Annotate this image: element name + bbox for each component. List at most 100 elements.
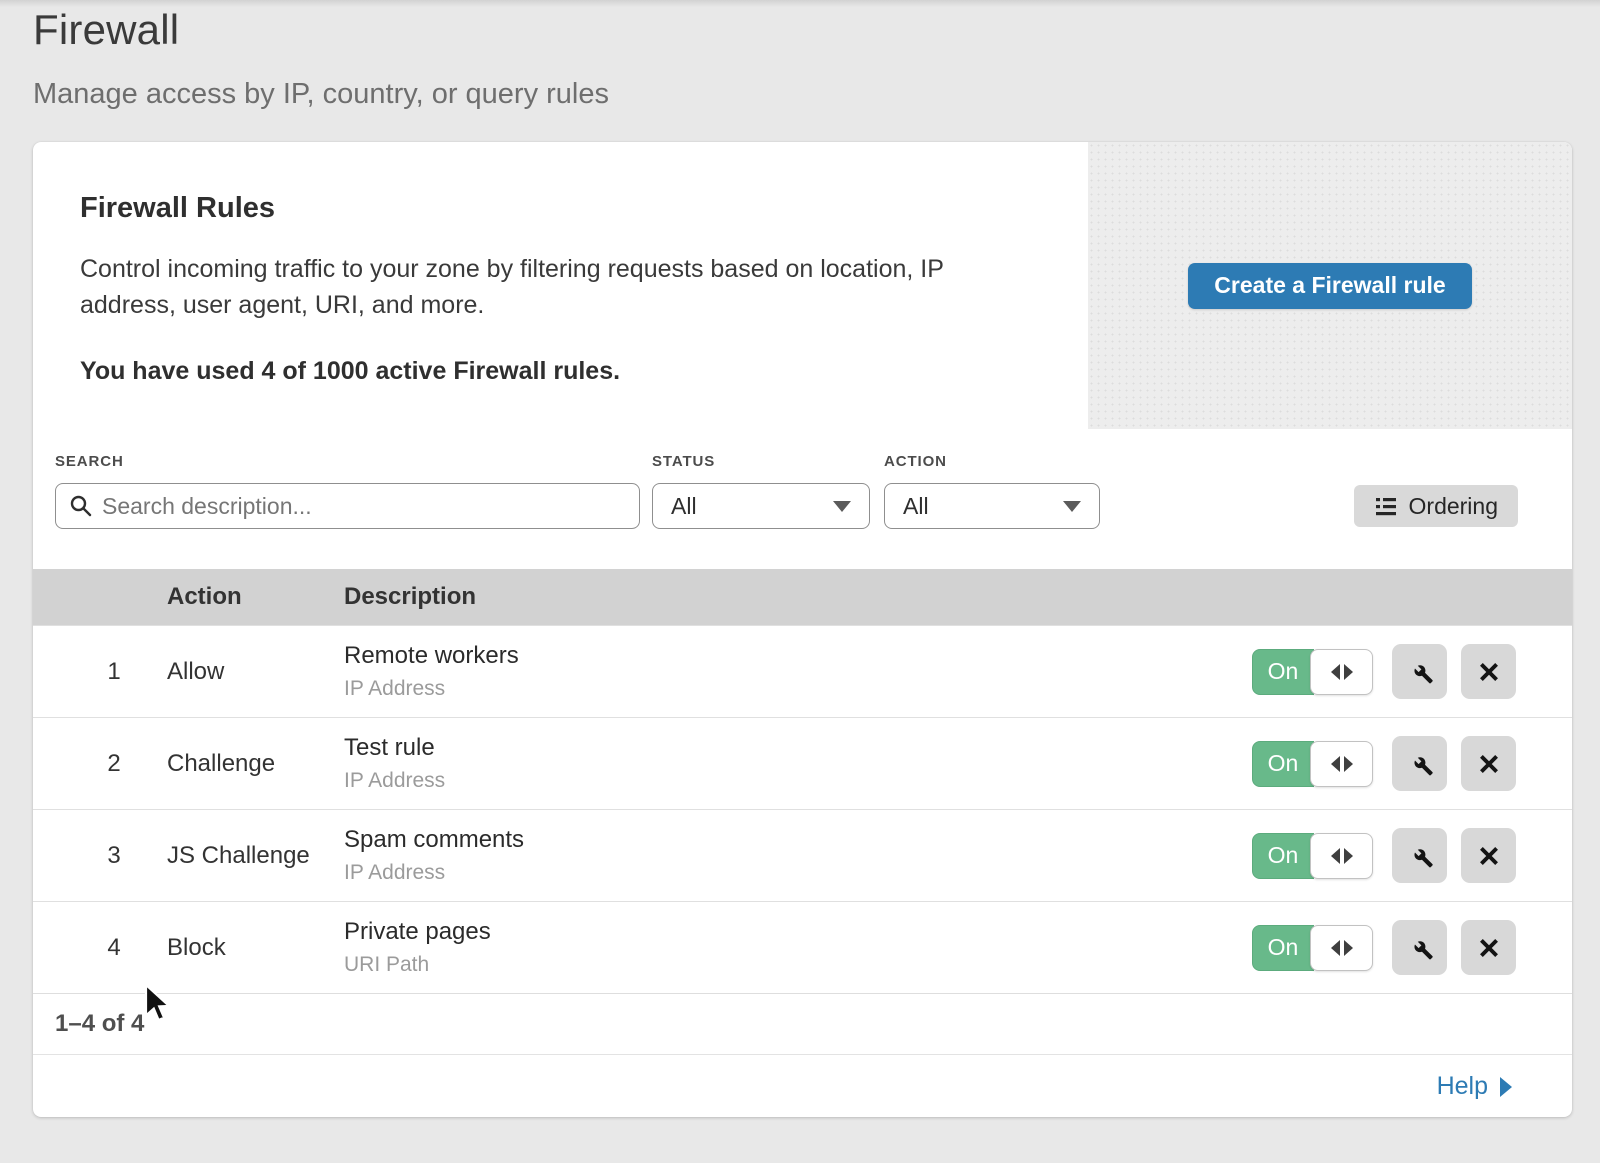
arrow-left-icon (1331, 940, 1340, 956)
search-icon (69, 494, 93, 518)
page-title: Firewall (33, 6, 1600, 54)
edit-rule-button[interactable] (1392, 644, 1447, 699)
rule-match-type: IP Address (344, 677, 1252, 701)
description-column-header: Description (344, 583, 1252, 611)
delete-rule-button[interactable] (1461, 828, 1516, 883)
chevron-down-icon (1063, 501, 1081, 512)
arrow-left-icon (1331, 756, 1340, 772)
wrench-icon (1406, 934, 1434, 962)
pagination-bar: 1–4 of 4 (33, 993, 1572, 1054)
close-icon (1476, 659, 1502, 685)
rule-action: Block (167, 934, 344, 962)
rules-description: Control incoming traffic to your zone by… (80, 251, 1025, 323)
rule-match-type: IP Address (344, 769, 1252, 793)
help-link-label: Help (1437, 1072, 1488, 1101)
toggle-handle[interactable] (1310, 649, 1373, 695)
search-filter-group: SEARCH (55, 453, 640, 529)
rule-description: Spam comments (344, 826, 1252, 854)
action-select-value: All (903, 493, 929, 520)
arrow-right-icon (1344, 848, 1353, 864)
rule-match-type: IP Address (344, 861, 1252, 885)
ordering-button-label: Ordering (1409, 493, 1498, 520)
toggle-handle[interactable] (1310, 833, 1373, 879)
rule-priority: 4 (33, 934, 167, 962)
delete-rule-button[interactable] (1461, 644, 1516, 699)
help-bar: Help (33, 1054, 1572, 1117)
search-label: SEARCH (55, 453, 640, 470)
rule-controls: On (1252, 920, 1572, 975)
rule-priority: 1 (33, 658, 167, 686)
rule-controls: On (1252, 736, 1572, 791)
edit-rule-button[interactable] (1392, 920, 1447, 975)
search-input[interactable] (55, 483, 640, 529)
rule-description: Remote workers (344, 642, 1252, 670)
close-icon (1476, 843, 1502, 869)
table-row: 3 JS Challenge Spam comments IP Address … (33, 809, 1572, 901)
wrench-icon (1406, 842, 1434, 870)
help-link[interactable]: Help (1437, 1072, 1512, 1101)
wrench-icon (1406, 658, 1434, 686)
close-icon (1476, 935, 1502, 961)
rule-priority: 3 (33, 842, 167, 870)
status-select[interactable]: All (652, 483, 870, 529)
rule-priority: 2 (33, 750, 167, 778)
status-filter-group: STATUS All (652, 453, 870, 529)
delete-rule-button[interactable] (1461, 736, 1516, 791)
action-filter-group: ACTION All (884, 453, 1100, 529)
ordered-list-icon (1374, 494, 1398, 518)
rule-enabled-toggle[interactable]: On (1252, 649, 1377, 695)
create-rule-panel: Create a Firewall rule (1088, 142, 1572, 429)
rule-match-type: URI Path (344, 953, 1252, 977)
rules-heading: Firewall Rules (80, 192, 1040, 225)
rule-controls: On (1252, 644, 1572, 699)
rules-intro-text: Firewall Rules Control incoming traffic … (33, 142, 1088, 429)
arrow-right-icon (1344, 756, 1353, 772)
table-row: 4 Block Private pages URI Path On (33, 901, 1572, 993)
firewall-rules-card: Firewall Rules Control incoming traffic … (33, 142, 1572, 1117)
rules-usage-note: You have used 4 of 1000 active Firewall … (80, 357, 1040, 386)
page-subtitle: Manage access by IP, country, or query r… (33, 78, 1600, 111)
rule-enabled-toggle[interactable]: On (1252, 741, 1377, 787)
table-header: Action Description (33, 569, 1572, 625)
toggle-on-label: On (1252, 833, 1314, 879)
caret-right-icon (1500, 1077, 1512, 1097)
arrow-right-icon (1344, 664, 1353, 680)
rule-enabled-toggle[interactable]: On (1252, 833, 1377, 879)
rule-action: Challenge (167, 750, 344, 778)
toggle-handle[interactable] (1310, 925, 1373, 971)
rule-action: Allow (167, 658, 344, 686)
table-row: 2 Challenge Test rule IP Address On (33, 717, 1572, 809)
delete-rule-button[interactable] (1461, 920, 1516, 975)
arrow-left-icon (1331, 848, 1340, 864)
table-row: 1 Allow Remote workers IP Address On (33, 625, 1572, 717)
toggle-on-label: On (1252, 649, 1314, 695)
arrow-left-icon (1331, 664, 1340, 680)
rule-action: JS Challenge (167, 842, 344, 870)
rule-description: Test rule (344, 734, 1252, 762)
pagination-range: 1–4 of 4 (55, 1010, 144, 1038)
page-header: Firewall Manage access by IP, country, o… (0, 0, 1600, 111)
action-select[interactable]: All (884, 483, 1100, 529)
status-label: STATUS (652, 453, 870, 470)
toggle-handle[interactable] (1310, 741, 1373, 787)
action-label: ACTION (884, 453, 1100, 470)
edit-rule-button[interactable] (1392, 828, 1447, 883)
arrow-right-icon (1344, 940, 1353, 956)
action-column-header: Action (167, 583, 344, 611)
close-icon (1476, 751, 1502, 777)
rule-description-cell: Spam comments IP Address (344, 826, 1252, 885)
rule-enabled-toggle[interactable]: On (1252, 925, 1377, 971)
toggle-on-label: On (1252, 741, 1314, 787)
edit-rule-button[interactable] (1392, 736, 1447, 791)
wrench-icon (1406, 750, 1434, 778)
rule-description-cell: Private pages URI Path (344, 918, 1252, 977)
filters-bar: SEARCH STATUS All ACTION All (33, 429, 1572, 569)
status-select-value: All (671, 493, 697, 520)
toggle-on-label: On (1252, 925, 1314, 971)
rule-description-cell: Remote workers IP Address (344, 642, 1252, 701)
rule-description-cell: Test rule IP Address (344, 734, 1252, 793)
ordering-button[interactable]: Ordering (1354, 485, 1518, 527)
create-firewall-rule-button[interactable]: Create a Firewall rule (1188, 263, 1471, 309)
chevron-down-icon (833, 501, 851, 512)
rule-controls: On (1252, 828, 1572, 883)
